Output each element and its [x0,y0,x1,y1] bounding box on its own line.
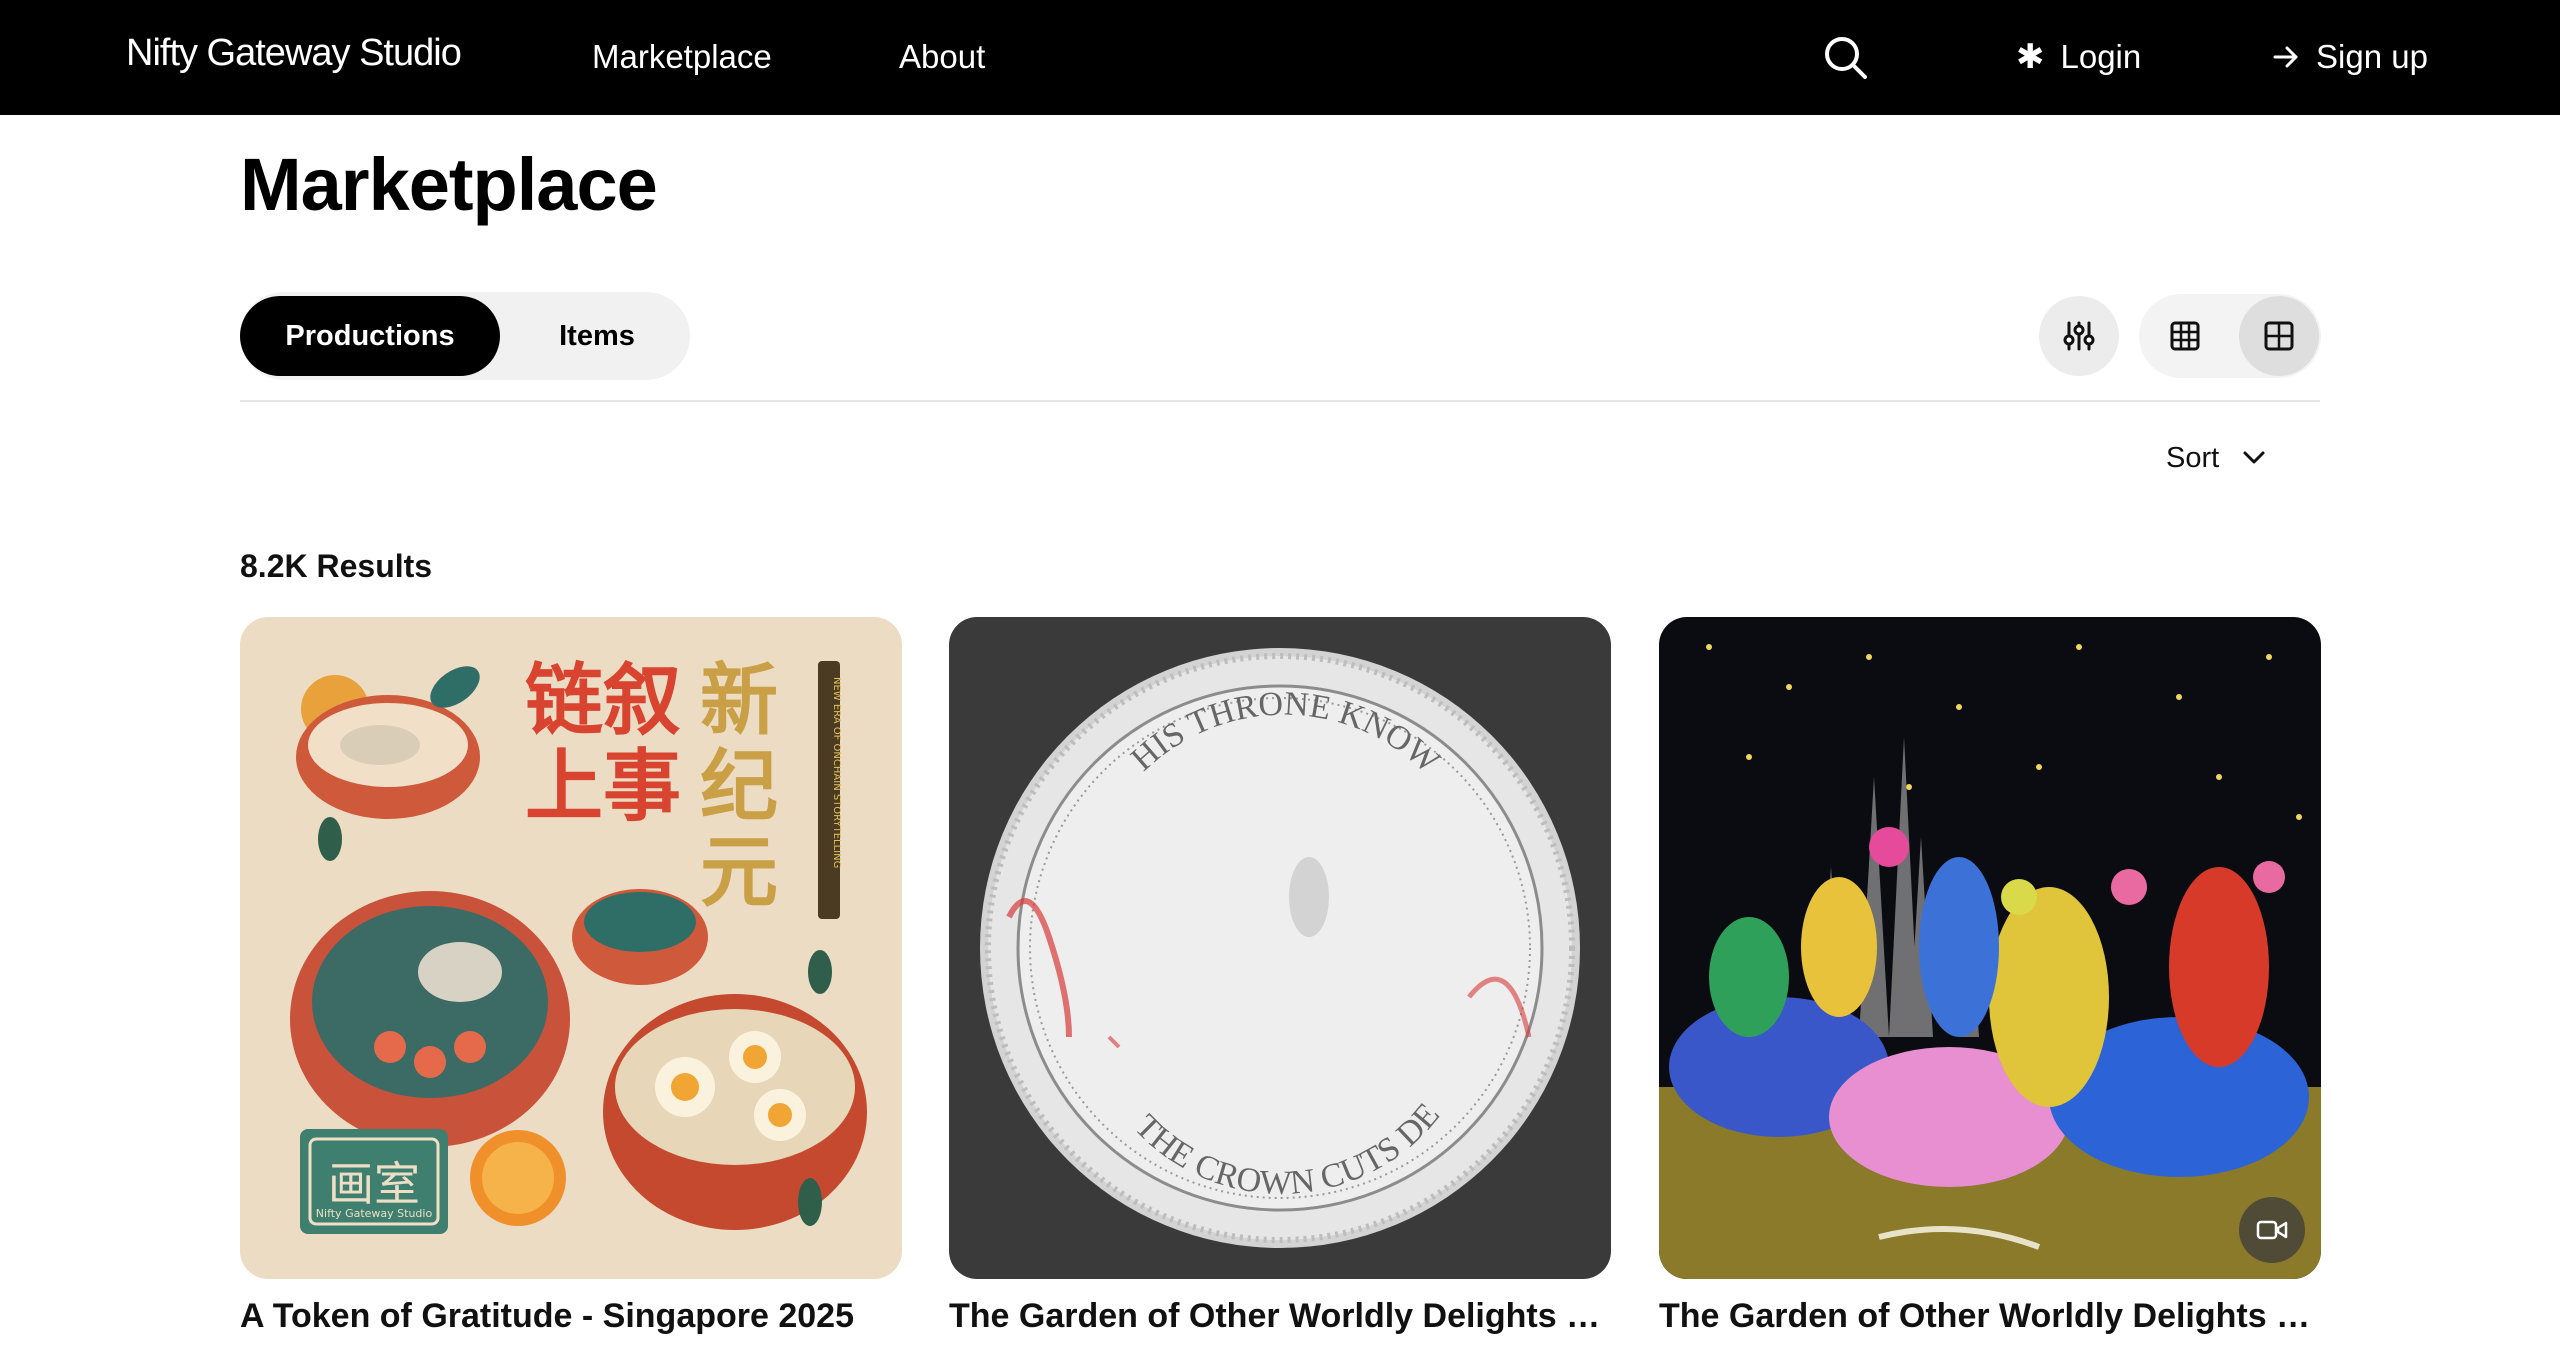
grid-large-icon [2264,321,2294,351]
grid-large-view-button[interactable] [2239,296,2319,376]
svg-text:链叙: 链叙 [525,656,681,746]
top-nav: Nifty Gateway Studio Marketplace About ✱… [0,0,2560,115]
header-divider [240,400,2320,402]
card-image[interactable]: 画室 Nifty Gateway Studio 链叙 新 上事 纪 元 NEW … [240,617,902,1279]
svg-text:上事: 上事 [525,742,681,832]
filter-button[interactable] [2039,296,2119,376]
view-mode-toggle [2139,294,2321,378]
sort-dropdown[interactable]: Sort [2166,436,2267,480]
signup-label: Sign up [2316,38,2428,75]
tab-productions[interactable]: Productions [240,296,500,376]
search-button[interactable] [1822,34,1870,82]
sort-label: Sort [2166,441,2220,474]
tab-switcher: Productions Items [240,292,690,380]
sliders-icon [2063,321,2095,351]
signup-button[interactable]: Sign up [2272,32,2428,82]
svg-text:纪: 纪 [700,742,778,832]
svg-text:Nifty Gateway Studio: Nifty Gateway Studio [316,1207,433,1220]
svg-text:元: 元 [700,828,778,918]
login-button[interactable]: ✱ Login [2016,32,2141,82]
card-title[interactable]: The Garden of Other Worldly Delights - S… [1659,1297,2321,1336]
grid-small-view-button[interactable] [2145,296,2225,376]
page-title: Marketplace [240,143,658,226]
arrow-right-icon [2273,46,2298,68]
asterisk-icon: ✱ [2016,38,2045,76]
video-badge [2239,1197,2305,1263]
login-label: Login [2060,38,2142,75]
video-camera-icon [2256,1220,2288,1240]
card-title[interactable]: A Token of Gratitude - Singapore 2025 [240,1297,902,1336]
grid-small-icon [2170,321,2200,351]
card-image[interactable] [1659,617,2321,1279]
card-title[interactable]: The Garden of Other Worldly Delights - S… [949,1297,1611,1336]
production-card[interactable]: HIS THRONE KNOWS ALL THE CROWN CUTS DEEP… [949,617,1611,1336]
search-icon [1825,37,1867,79]
production-card[interactable]: 画室 Nifty Gateway Studio 链叙 新 上事 纪 元 NEW … [240,617,902,1336]
svg-text:NEW ERA OF ONCHAIN STORYTELLIN: NEW ERA OF ONCHAIN STORYTELLING [831,677,842,868]
tab-items[interactable]: Items [512,296,682,376]
nav-link-about[interactable]: About [899,38,985,76]
svg-text:画室: 画室 [328,1157,420,1211]
results-count: 8.2K Results [240,548,433,584]
brand-logo[interactable]: Nifty Gateway Studio [126,32,462,75]
svg-text:新: 新 [700,656,778,746]
production-card[interactable]: The Garden of Other Worldly Delights - S… [1659,617,2321,1336]
card-image[interactable]: HIS THRONE KNOWS ALL THE CROWN CUTS DEEP [949,617,1611,1279]
nav-link-marketplace[interactable]: Marketplace [592,38,772,76]
chevron-down-icon [2243,451,2265,464]
